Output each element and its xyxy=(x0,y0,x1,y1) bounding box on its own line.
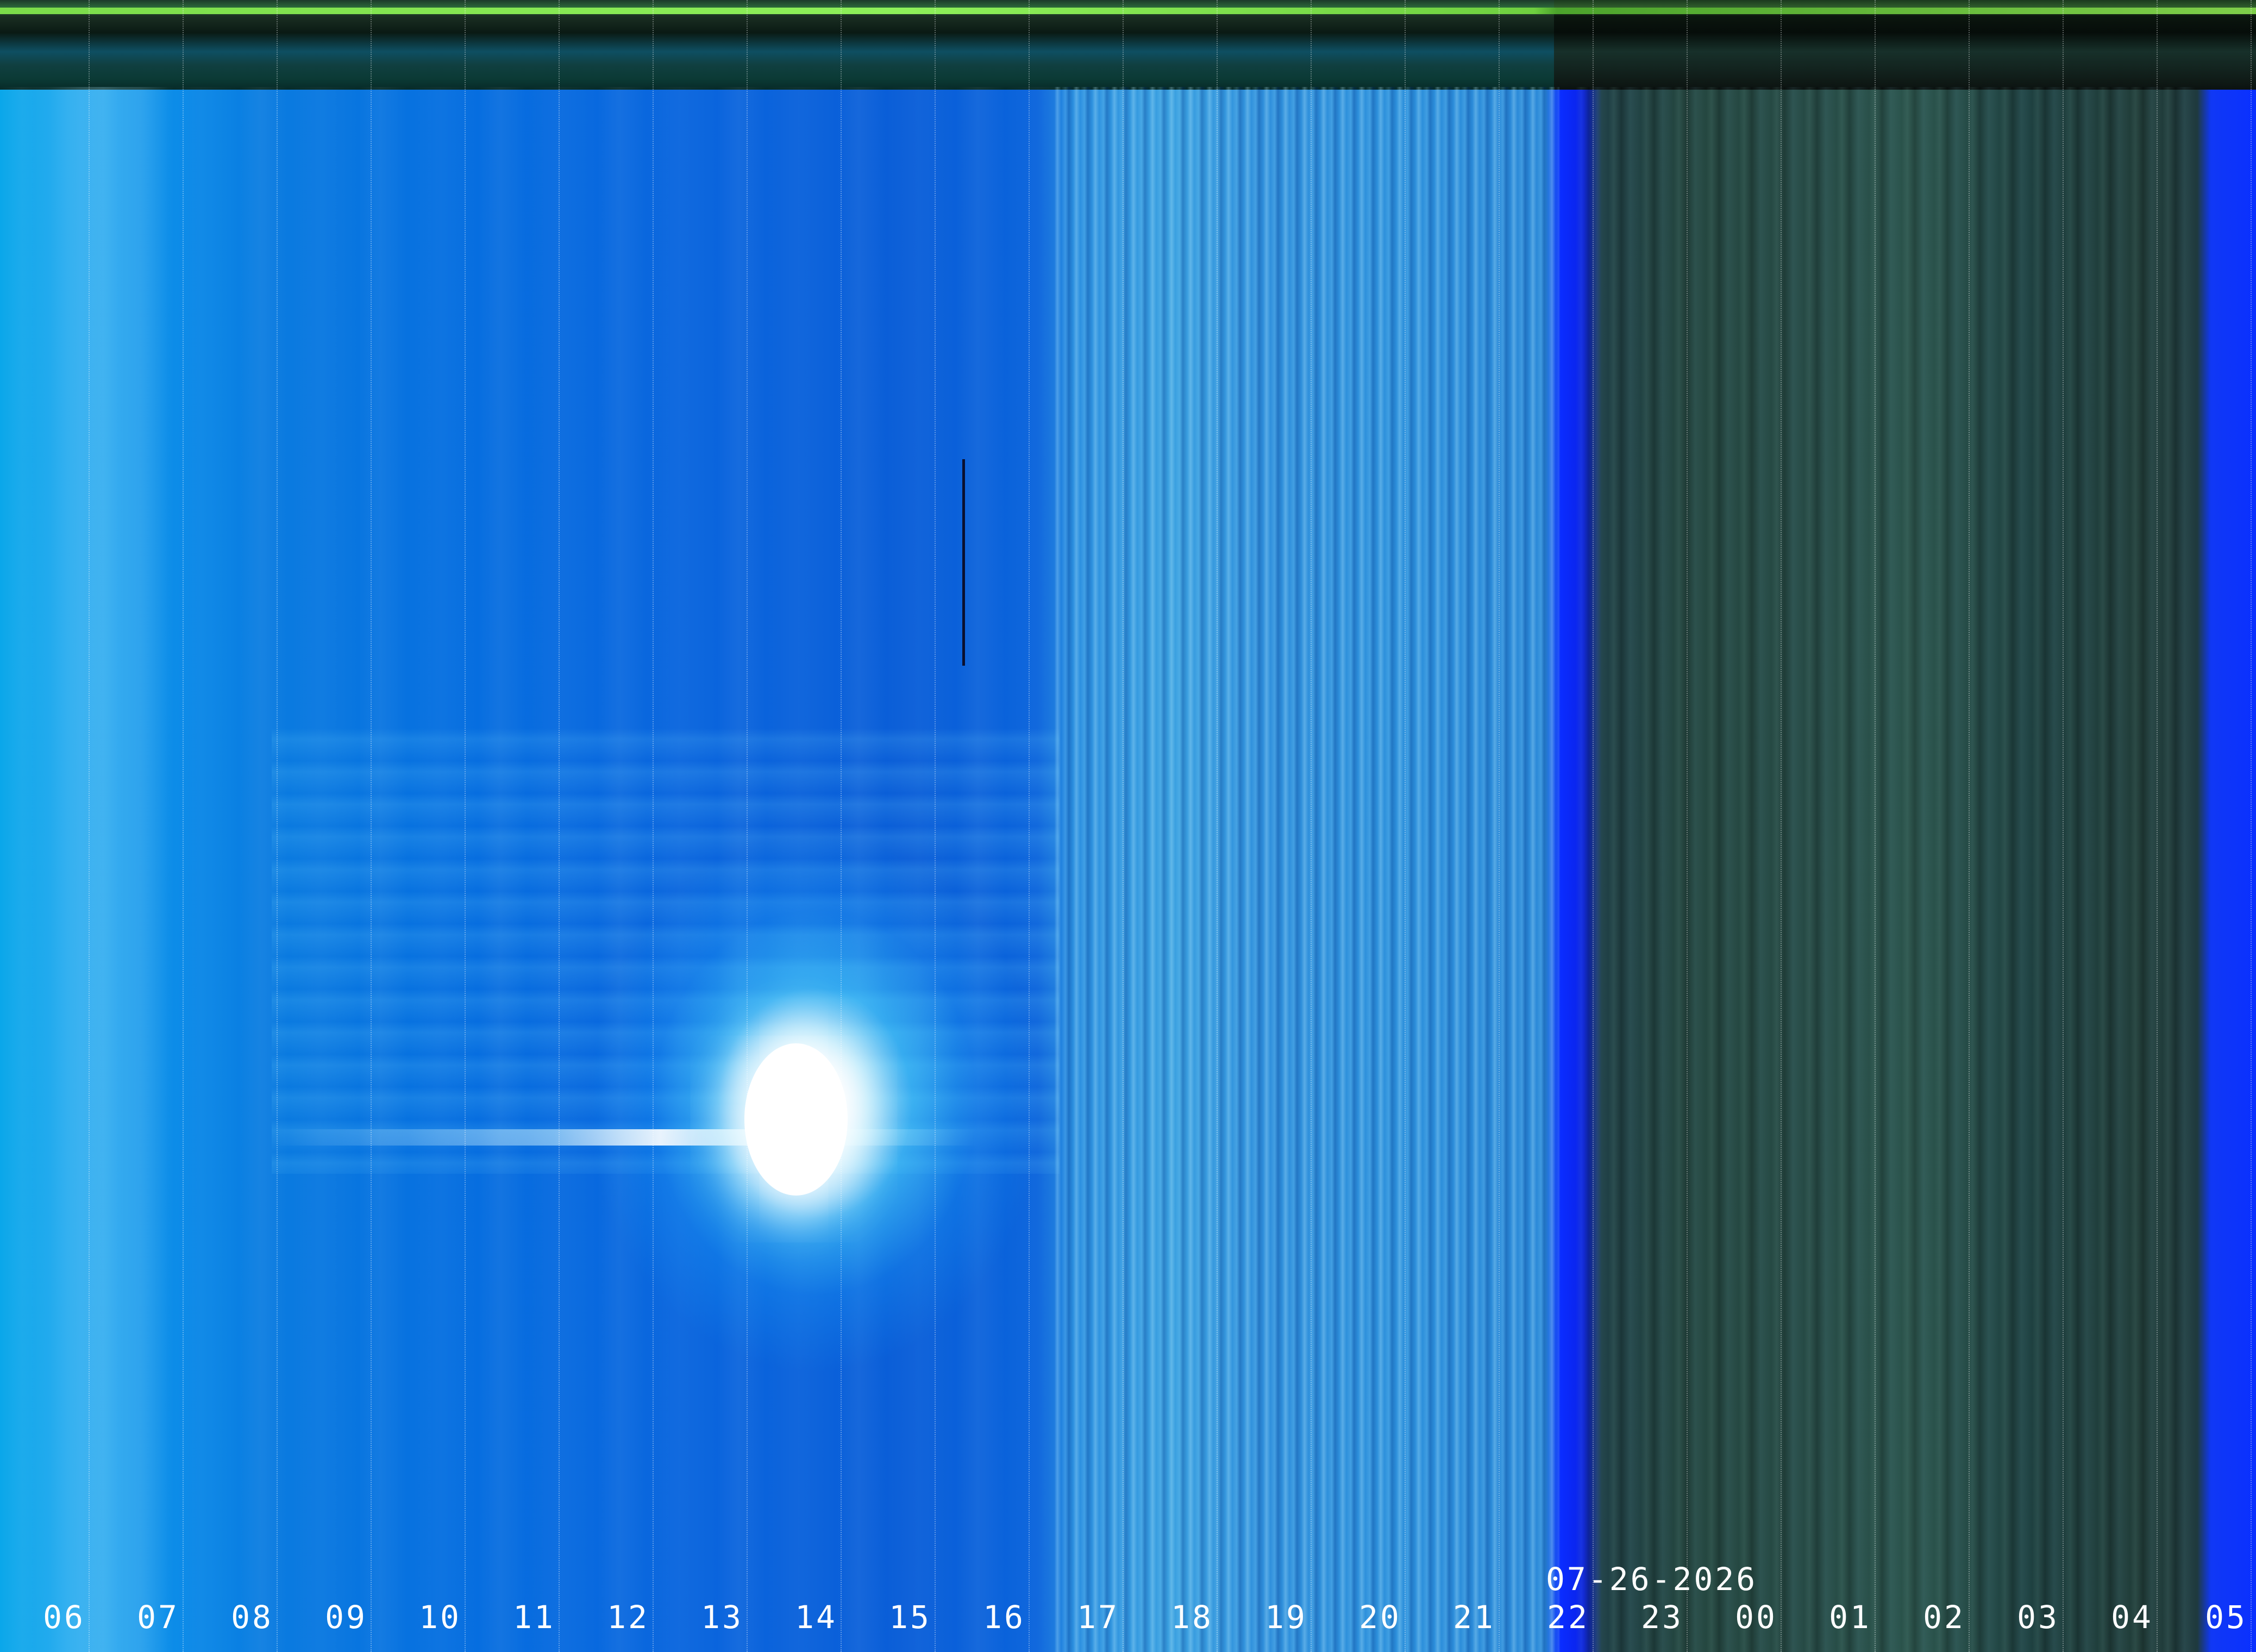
hour-gridline xyxy=(935,0,936,1652)
hour-gridline xyxy=(559,0,560,1652)
hour-gridline xyxy=(2157,0,2158,1652)
hour-label: 01 xyxy=(1829,1599,1871,1636)
hour-gridline xyxy=(371,0,372,1652)
hour-label: 14 xyxy=(795,1599,837,1636)
hour-label: 13 xyxy=(701,1599,743,1636)
hour-gridline xyxy=(2063,0,2064,1652)
hour-label: 23 xyxy=(1641,1599,1683,1636)
hour-gridline xyxy=(465,0,466,1652)
hour-gridlines xyxy=(0,0,2256,1652)
hour-label: 22 xyxy=(1547,1599,1589,1636)
hour-label: 06 xyxy=(43,1599,85,1636)
hour-label: 16 xyxy=(983,1599,1025,1636)
hour-gridline xyxy=(747,0,748,1652)
hour-gridline xyxy=(1875,0,1876,1652)
hour-gridline xyxy=(2251,0,2252,1652)
hour-label: 10 xyxy=(419,1599,461,1636)
hour-label: 17 xyxy=(1077,1599,1119,1636)
hour-gridline xyxy=(1405,0,1406,1652)
date-label: 07-26-2026 xyxy=(1546,1561,1758,1598)
hour-gridline xyxy=(89,0,90,1652)
hour-label: 12 xyxy=(607,1599,649,1636)
hour-gridline xyxy=(1781,0,1782,1652)
hour-gridline xyxy=(1217,0,1218,1652)
hour-gridline xyxy=(1311,0,1312,1652)
hour-label: 03 xyxy=(2017,1599,2059,1636)
hour-label: 18 xyxy=(1171,1599,1213,1636)
hour-label: 20 xyxy=(1359,1599,1401,1636)
hour-label: 11 xyxy=(513,1599,555,1636)
hour-gridline xyxy=(1029,0,1030,1652)
hour-gridline xyxy=(1123,0,1124,1652)
hour-gridline xyxy=(183,0,184,1652)
hour-label: 05 xyxy=(2205,1599,2247,1636)
hour-gridline xyxy=(277,0,278,1652)
hour-label: 00 xyxy=(1735,1599,1777,1636)
hour-gridline xyxy=(653,0,654,1652)
hour-gridline xyxy=(1969,0,1970,1652)
hour-gridline xyxy=(1499,0,1500,1652)
hour-label: 04 xyxy=(2111,1599,2153,1636)
hour-gridline xyxy=(1593,0,1594,1652)
hour-label: 07 xyxy=(137,1599,179,1636)
hour-label: 02 xyxy=(1923,1599,1965,1636)
hour-label: 09 xyxy=(325,1599,367,1636)
hour-gridline xyxy=(841,0,842,1652)
hour-gridline xyxy=(1687,0,1688,1652)
keogram-image: 06 07 08 09 10 11 12 13 14 15 16 17 18 19 20 21 22 23 00 01… xyxy=(0,0,2256,1652)
hour-label: 08 xyxy=(231,1599,273,1636)
hour-label: 19 xyxy=(1265,1599,1307,1636)
hour-label: 21 xyxy=(1453,1599,1495,1636)
hour-label: 15 xyxy=(889,1599,931,1636)
